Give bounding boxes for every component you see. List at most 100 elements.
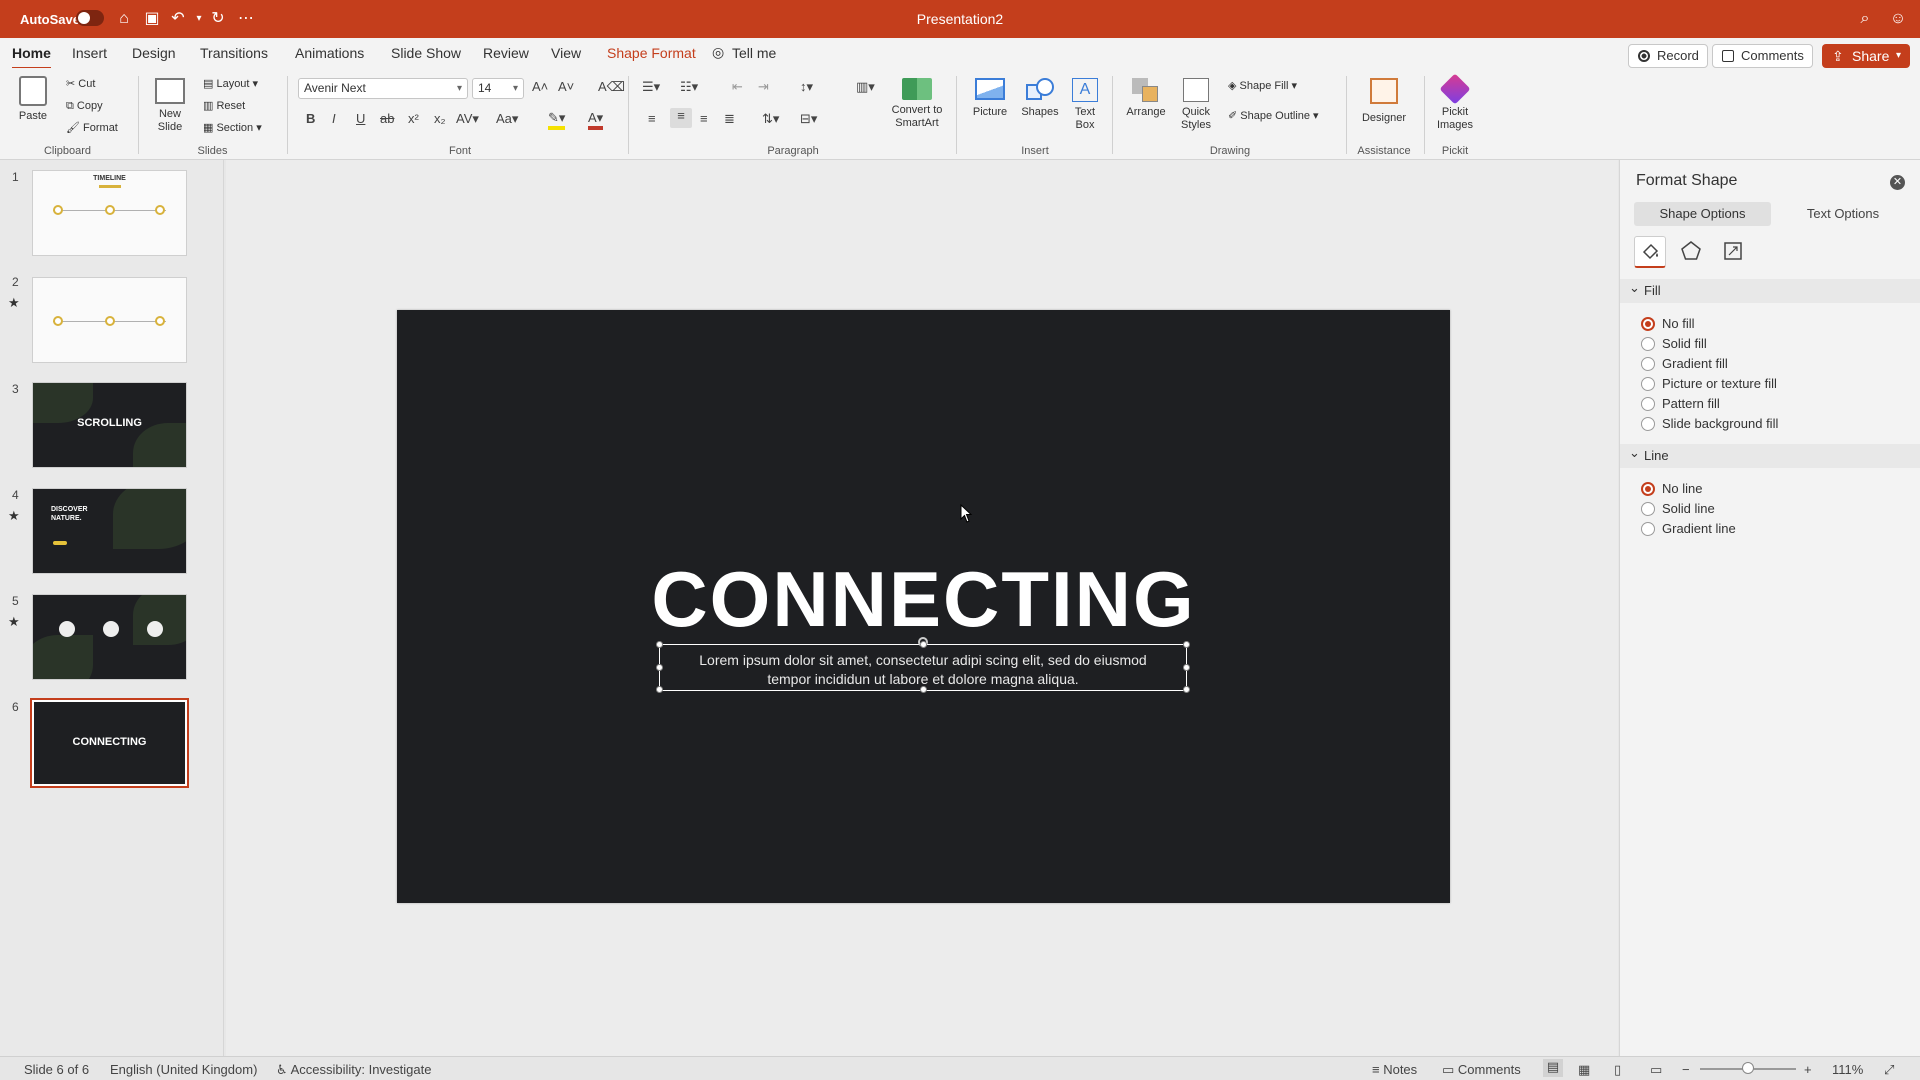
tab-design[interactable]: Design bbox=[132, 45, 176, 61]
new-slide-button[interactable]: New Slide bbox=[148, 78, 192, 134]
tab-shape-options[interactable]: Shape Options bbox=[1634, 202, 1771, 226]
text-box-body[interactable]: Lorem ipsum dolor sit amet, consectetur … bbox=[660, 651, 1186, 689]
record-button[interactable]: Record bbox=[1628, 44, 1708, 68]
slideshow-view-icon[interactable]: ▭ bbox=[1650, 1062, 1662, 1078]
tab-tell-me[interactable]: ◎ Tell me bbox=[712, 44, 776, 61]
language-indicator[interactable]: English (United Kingdom) bbox=[110, 1062, 257, 1077]
align-right-icon[interactable]: ≡ bbox=[700, 111, 708, 126]
zoom-out-icon[interactable]: − bbox=[1682, 1062, 1690, 1077]
slide-thumbnail-4[interactable]: DISCOVER NATURE. bbox=[32, 488, 187, 574]
tab-review[interactable]: Review bbox=[483, 45, 529, 61]
size-properties-icon[interactable] bbox=[1718, 236, 1750, 268]
highlight-icon[interactable]: ✎▾ bbox=[548, 110, 566, 130]
resize-handle-s[interactable] bbox=[920, 686, 927, 693]
resize-handle-e[interactable] bbox=[1183, 664, 1190, 671]
text-direction-icon[interactable]: ⇅▾ bbox=[762, 111, 779, 127]
radio-gradient-fill[interactable] bbox=[1641, 357, 1655, 371]
zoom-slider-thumb[interactable] bbox=[1742, 1062, 1754, 1074]
radio-pattern-fill[interactable] bbox=[1641, 397, 1655, 411]
slide-thumbnail-2[interactable] bbox=[32, 277, 187, 363]
superscript-icon[interactable]: x² bbox=[408, 111, 419, 126]
shape-fill-button[interactable]: ◈ Shape Fill ▾ bbox=[1228, 79, 1297, 93]
radio-no-line[interactable] bbox=[1641, 482, 1655, 496]
align-text-icon[interactable]: ⊟▾ bbox=[800, 111, 817, 127]
section-button[interactable]: ▦ Section ▾ bbox=[203, 121, 262, 135]
columns-icon[interactable]: ▥▾ bbox=[856, 79, 875, 95]
picture-button[interactable]: Picture bbox=[964, 78, 1016, 119]
radio-gradient-line[interactable] bbox=[1641, 522, 1655, 536]
notes-button[interactable]: ≡ Notes bbox=[1372, 1062, 1417, 1077]
share-button[interactable]: ⇪ Share ▾ bbox=[1822, 44, 1910, 68]
radio-slide-background-fill[interactable] bbox=[1641, 417, 1655, 431]
slide-title[interactable]: CONNECTING bbox=[397, 554, 1450, 644]
italic-icon[interactable]: I bbox=[332, 111, 336, 126]
resize-handle-nw[interactable] bbox=[656, 641, 663, 648]
tab-transitions[interactable]: Transitions bbox=[200, 45, 268, 61]
selected-text-box[interactable]: Lorem ipsum dolor sit amet, consectetur … bbox=[656, 637, 1190, 693]
format-painter-button[interactable]: 🖌 Format bbox=[66, 121, 118, 135]
tab-animations[interactable]: Animations bbox=[295, 45, 364, 61]
shape-outline-button[interactable]: ✐ Shape Outline ▾ bbox=[1228, 109, 1319, 123]
reset-button[interactable]: ▥ Reset bbox=[203, 99, 245, 113]
copy-button[interactable]: ⧉ Copy bbox=[66, 99, 103, 113]
fit-to-window-icon[interactable]: ⤢ bbox=[1884, 1062, 1894, 1078]
resize-handle-se[interactable] bbox=[1183, 686, 1190, 693]
increase-indent-icon[interactable]: ⇥ bbox=[758, 79, 769, 95]
radio-solid-fill[interactable] bbox=[1641, 337, 1655, 351]
slide-thumbnail-5[interactable] bbox=[32, 594, 187, 680]
shapes-button[interactable]: Shapes bbox=[1016, 78, 1064, 119]
tab-text-options[interactable]: Text Options bbox=[1778, 202, 1908, 226]
zoom-in-icon[interactable]: + bbox=[1804, 1062, 1812, 1077]
fill-section-header[interactable]: Fill bbox=[1620, 276, 1920, 303]
tab-slide-show[interactable]: Slide Show bbox=[391, 45, 461, 61]
decrease-font-icon[interactable]: A˅ bbox=[558, 79, 574, 94]
slide-thumbnail-1[interactable]: TIMELINE bbox=[32, 170, 187, 256]
bold-icon[interactable]: B bbox=[306, 111, 315, 126]
increase-font-icon[interactable]: A˄ bbox=[532, 79, 548, 94]
line-section-header[interactable]: Line bbox=[1620, 441, 1920, 468]
resize-handle-w[interactable] bbox=[656, 664, 663, 671]
strikethrough-icon[interactable]: ab bbox=[380, 111, 394, 126]
numbering-icon[interactable]: ☷▾ bbox=[680, 79, 698, 95]
convert-smartart-button[interactable]: Convert to SmartArt bbox=[888, 78, 946, 130]
resize-handle-ne[interactable] bbox=[1183, 641, 1190, 648]
text-box-button[interactable]: A Text Box bbox=[1066, 78, 1104, 132]
zoom-level[interactable]: 111% bbox=[1832, 1062, 1863, 1077]
resize-handle-n[interactable] bbox=[920, 641, 927, 648]
search-icon[interactable]: ⌕ bbox=[1855, 9, 1875, 29]
cut-button[interactable]: ✂ Cut bbox=[66, 77, 95, 91]
close-icon[interactable]: ✕ bbox=[1890, 175, 1905, 190]
tab-home[interactable]: Home bbox=[12, 45, 51, 70]
decrease-indent-icon[interactable]: ⇤ bbox=[732, 79, 743, 95]
account-icon[interactable]: ☺ bbox=[1888, 9, 1908, 29]
pickit-images-button[interactable]: Pickit Images bbox=[1430, 73, 1480, 132]
line-spacing-icon[interactable]: ↕▾ bbox=[800, 79, 813, 95]
bullets-icon[interactable]: ☰▾ bbox=[642, 79, 660, 95]
tab-insert[interactable]: Insert bbox=[72, 45, 107, 61]
designer-button[interactable]: Designer bbox=[1356, 78, 1412, 125]
align-left-icon[interactable]: ≡ bbox=[648, 111, 656, 126]
tab-shape-format[interactable]: Shape Format bbox=[607, 45, 696, 61]
comments-button[interactable]: Comments bbox=[1712, 44, 1813, 68]
radio-picture-texture-fill[interactable] bbox=[1641, 377, 1655, 391]
normal-view-icon[interactable]: ▤ bbox=[1543, 1059, 1563, 1077]
slide-thumbnail-3[interactable]: SCROLLING bbox=[32, 382, 187, 468]
font-size-select[interactable]: 14 bbox=[472, 78, 524, 99]
quick-styles-button[interactable]: Quick Styles bbox=[1172, 78, 1220, 132]
status-comments-button[interactable]: ▭ Comments bbox=[1442, 1062, 1521, 1078]
layout-button[interactable]: ▤ Layout ▾ bbox=[203, 77, 258, 91]
subscript-icon[interactable]: x₂ bbox=[434, 111, 446, 126]
justify-icon[interactable]: ≣ bbox=[724, 111, 735, 127]
resize-handle-sw[interactable] bbox=[656, 686, 663, 693]
radio-no-fill[interactable] bbox=[1641, 317, 1655, 331]
clear-formatting-icon[interactable]: A⌫ bbox=[598, 79, 625, 95]
underline-icon[interactable]: U bbox=[356, 111, 365, 126]
slide-thumbnail-6[interactable]: CONNECTING bbox=[30, 698, 189, 788]
tab-view[interactable]: View bbox=[551, 45, 581, 61]
slide-sorter-icon[interactable]: ▦ bbox=[1578, 1062, 1590, 1078]
character-spacing-icon[interactable]: AV▾ bbox=[456, 111, 479, 127]
font-color-icon[interactable]: A▾ bbox=[588, 110, 604, 130]
current-slide[interactable]: CONNECTING Lorem ipsum dolor sit amet, c… bbox=[397, 310, 1450, 903]
zoom-slider[interactable] bbox=[1700, 1062, 1796, 1074]
align-center-icon[interactable]: ≡ bbox=[670, 108, 692, 128]
